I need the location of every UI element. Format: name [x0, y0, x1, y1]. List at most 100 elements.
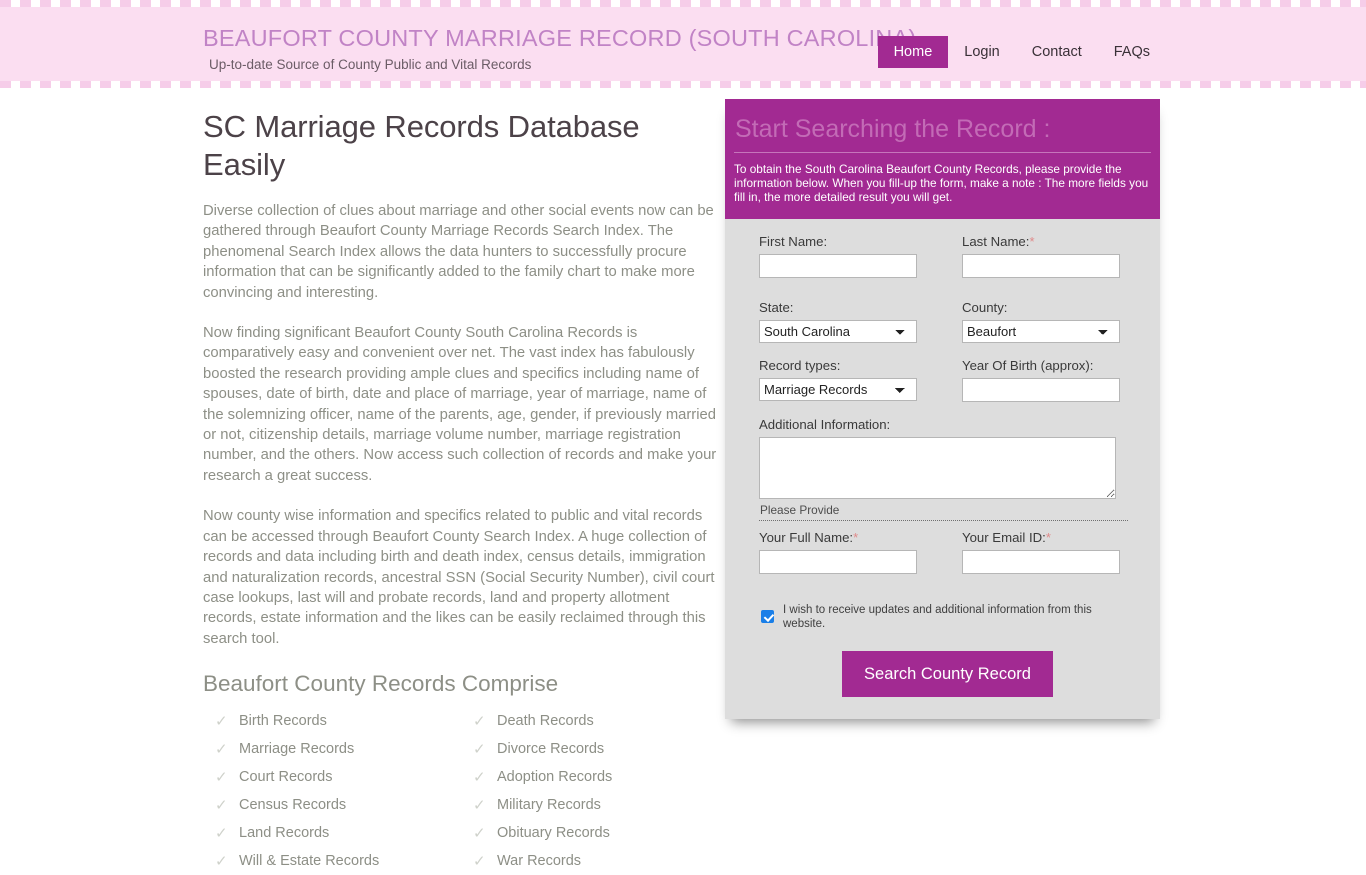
- list-item-label: Court Records: [239, 769, 333, 786]
- search-panel-header: Start Searching the Record : To obtain t…: [725, 99, 1160, 219]
- header-inner: BEAUFORT COUNTY MARRIAGE RECORD (SOUTH C…: [0, 0, 1366, 88]
- search-panel-title: Start Searching the Record :: [735, 115, 1051, 143]
- main-content-column: SC Marriage Records Database Easily Dive…: [203, 108, 719, 875]
- name-field-row: First Name: Last Name:*: [759, 233, 1136, 278]
- check-icon: ✓: [215, 768, 228, 786]
- last-name-label: Last Name:*: [962, 233, 1120, 251]
- check-icon: ✓: [473, 824, 486, 842]
- header-bottom-scallop-divider: [0, 81, 1366, 88]
- list-item: ✓ Marriage Records: [203, 735, 461, 763]
- brand-block: BEAUFORT COUNTY MARRIAGE RECORD (SOUTH C…: [203, 24, 916, 73]
- section-divider: [759, 519, 1128, 521]
- email-label-text: Your Email ID:: [962, 529, 1046, 545]
- check-icon: ✓: [473, 852, 486, 870]
- county-select[interactable]: Beaufort: [962, 319, 1120, 343]
- state-select[interactable]: South Carolina: [759, 319, 917, 343]
- check-icon: ✓: [215, 796, 228, 814]
- location-field-row: State: South Carolina County: Beaufort: [759, 299, 1136, 343]
- list-item: ✓ Court Records: [203, 763, 461, 791]
- check-icon: ✓: [215, 740, 228, 758]
- records-list: ✓ Birth Records ✓ Death Records ✓ Marria…: [203, 707, 719, 875]
- site-title: BEAUFORT COUNTY MARRIAGE RECORD (SOUTH C…: [203, 25, 917, 51]
- check-icon: ✓: [215, 824, 228, 842]
- record-type-field-row: Record types: Marriage Records Year Of B…: [759, 357, 1136, 402]
- list-item: ✓ Census Records: [203, 791, 461, 819]
- nav-item-contact[interactable]: Contact: [1016, 36, 1098, 68]
- list-item: ✓ War Records: [461, 847, 719, 875]
- site-header: BEAUFORT COUNTY MARRIAGE RECORD (SOUTH C…: [0, 0, 1366, 88]
- additional-info-textarea[interactable]: [759, 436, 1116, 499]
- full-name-label: Your Full Name:*: [759, 529, 917, 547]
- record-types-select[interactable]: Marriage Records: [759, 377, 917, 401]
- list-item-label: Military Records: [497, 797, 601, 814]
- nav-item-login[interactable]: Login: [948, 36, 1015, 68]
- year-of-birth-label: Year Of Birth (approx):: [962, 357, 1094, 373]
- email-field[interactable]: [962, 549, 1120, 574]
- full-name-input[interactable]: [759, 549, 917, 574]
- county-label: County:: [962, 299, 1008, 315]
- list-item: ✓ Death Records: [461, 707, 719, 735]
- contact-field-row: Your Full Name:* Your Email ID:*: [759, 529, 1136, 574]
- record-types-label: Record types:: [759, 357, 841, 373]
- list-item-label: War Records: [497, 853, 582, 870]
- check-icon: ✓: [215, 852, 228, 870]
- list-item: ✓ Divorce Records: [461, 735, 719, 763]
- list-item-label: Land Records: [239, 825, 330, 842]
- intro-paragraph-2: Now finding significant Beaufort County …: [203, 325, 717, 484]
- record-types-field-group: Record types: Marriage Records: [759, 357, 917, 402]
- first-name-input[interactable]: [759, 253, 917, 278]
- records-section-heading: Beaufort County Records Comprise: [203, 671, 559, 697]
- check-icon: ✓: [473, 796, 486, 814]
- search-county-record-button[interactable]: Search County Record: [842, 650, 1053, 697]
- first-name-field-group: First Name:: [759, 233, 917, 278]
- list-item: ✓ Obituary Records: [461, 819, 719, 847]
- additional-info-field-group: Additional Information:: [759, 416, 1136, 499]
- page-title: SC Marriage Records Database Easily: [203, 109, 640, 182]
- email-label: Your Email ID:*: [962, 529, 1120, 547]
- list-item-label: Divorce Records: [497, 741, 605, 758]
- main-navigation: Home Login Contact FAQs: [877, 36, 1166, 68]
- list-item-label: Obituary Records: [497, 825, 610, 842]
- email-field-group: Your Email ID:*: [962, 529, 1120, 574]
- check-icon: ✓: [473, 740, 486, 758]
- nav-item-faqs[interactable]: FAQs: [1098, 36, 1166, 68]
- last-name-input[interactable]: [962, 253, 1120, 278]
- state-field-group: State: South Carolina: [759, 299, 917, 343]
- list-item-label: Will & Estate Records: [239, 853, 380, 870]
- required-asterisk: *: [853, 529, 859, 545]
- consent-row[interactable]: I wish to receive updates and additional…: [761, 603, 1136, 631]
- last-name-label-text: Last Name:: [962, 233, 1030, 249]
- list-item: ✓ Adoption Records: [461, 763, 719, 791]
- state-label: State:: [759, 299, 794, 315]
- intro-paragraph-3: Now county wise information and specific…: [203, 508, 715, 647]
- list-item: ✓ Birth Records: [203, 707, 461, 735]
- year-of-birth-field-group: Year Of Birth (approx):: [962, 357, 1120, 402]
- check-icon: ✓: [215, 712, 228, 730]
- search-panel-description: To obtain the South Carolina Beaufort Co…: [734, 162, 1149, 205]
- please-provide-note: Please Provide: [760, 502, 840, 517]
- intro-paragraph-1: Diverse collection of clues about marria…: [203, 203, 714, 301]
- consent-checkbox[interactable]: [761, 610, 774, 624]
- list-item: ✓ Land Records: [203, 819, 461, 847]
- full-name-field-group: Your Full Name:*: [759, 529, 917, 574]
- check-icon: ✓: [473, 768, 486, 786]
- panel-title-divider: [734, 152, 1151, 153]
- first-name-label: First Name:: [759, 233, 828, 249]
- submit-row: Search County Record: [759, 650, 1136, 697]
- page-body: SC Marriage Records Database Easily Dive…: [0, 88, 1366, 869]
- consent-label: I wish to receive updates and additional…: [783, 603, 1092, 630]
- required-asterisk: *: [1029, 233, 1035, 249]
- list-item-label: Death Records: [497, 713, 594, 730]
- list-item-label: Marriage Records: [239, 741, 355, 758]
- check-icon: ✓: [473, 712, 486, 730]
- year-of-birth-input[interactable]: [962, 377, 1120, 402]
- last-name-field-group: Last Name:*: [962, 233, 1120, 278]
- additional-info-label: Additional Information:: [759, 416, 891, 432]
- nav-item-home[interactable]: Home: [877, 36, 949, 68]
- search-form: First Name: Last Name:* State: South Car…: [725, 219, 1160, 719]
- list-item-label: Census Records: [239, 797, 347, 814]
- county-field-group: County: Beaufort: [962, 299, 1120, 343]
- list-item: ✓ Military Records: [461, 791, 719, 819]
